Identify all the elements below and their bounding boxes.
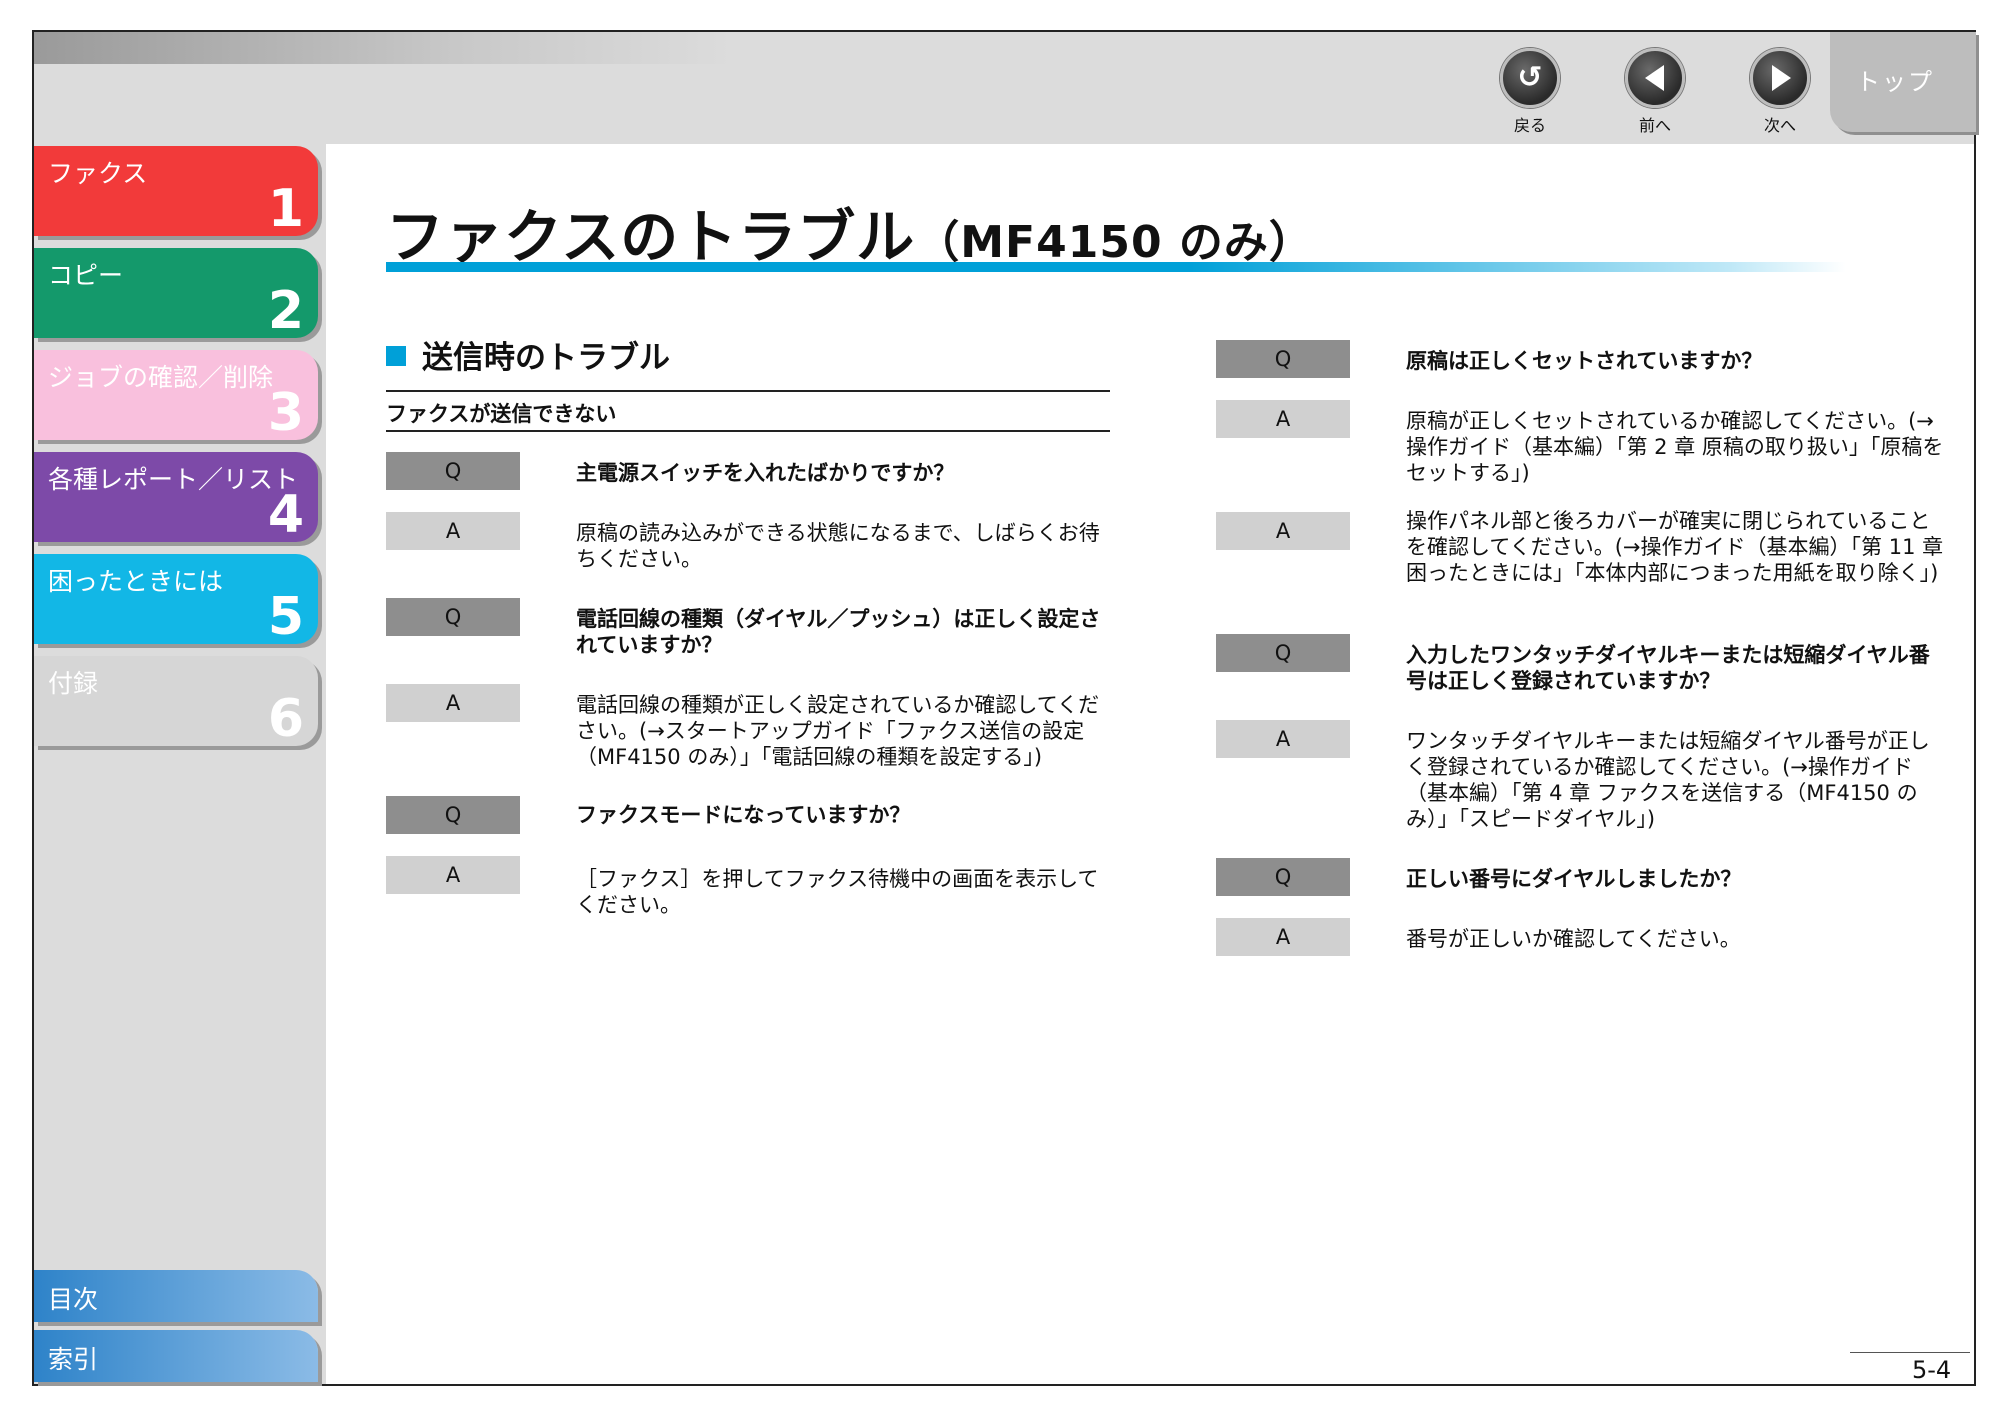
chapter-number: 5 [267,587,304,647]
chapter-number: 4 [267,485,304,545]
chapter-number: 6 [267,689,304,749]
chapter-tab-5[interactable]: 困ったときには 5 [34,554,318,644]
question-text: 入力したワンタッチダイヤルキーまたは短縮ダイヤル番号は正しく登録されていますか？ [1406,643,1930,693]
index-label: 索引 [48,1345,99,1374]
question-badge: Q [1216,858,1350,896]
question-text: 主電源スイッチを入れたばかりですか？ [576,461,955,485]
chapter-number: 1 [267,179,304,239]
question-text: 正しい番号にダイヤルしましたか？ [1406,867,1742,891]
answer-text: 電話回線の種類が正しく設定されているか確認してください。(→スタートアップガイド… [576,693,1100,769]
chapter-title: コピー [48,261,124,290]
question-badge: Q [386,796,520,834]
question-badge: Q [386,452,520,490]
answer-text: 原稿の読み込みができる状態になるまで、しばらくお待ちください。 [576,521,1100,571]
divider [386,390,1110,392]
answer-badge: A [386,512,520,550]
title-underline [386,262,1846,272]
arrow-right-icon [1750,48,1810,108]
toc-button[interactable]: 目次 [34,1270,318,1322]
question-badge: Q [1216,634,1350,672]
question-badge: Q [1216,340,1350,378]
question-text: ファクスモードになっていますか？ [576,803,911,827]
answer-text: 操作パネル部と後ろカバーが確実に閉じられていることを確認してください。(→操作ガ… [1406,509,1944,585]
prev-button[interactable]: 前へ [1615,48,1695,136]
back-button[interactable]: ↺ 戻る [1490,48,1570,136]
chapter-tab-3[interactable]: ジョブの確認／削除 3 [34,350,318,440]
chapter-title: 付録 [48,669,99,698]
back-icon: ↺ [1500,48,1560,108]
chapter-title: 各種レポート／リスト [48,465,299,494]
answer-text: 原稿が正しくセットされているか確認してください。(→操作ガイド（基本編）「第 2… [1406,409,1944,485]
question-badge: Q [386,598,520,636]
divider [386,430,1110,432]
chapter-title: ファクス [48,159,148,188]
question-text: 原稿は正しくセットされていますか？ [1406,349,1763,373]
section-title: 送信時のトラブル [422,340,670,376]
toolbar-gradient [34,32,734,64]
prev-label: 前へ [1638,116,1671,135]
answer-badge: A [1216,512,1350,550]
top-page-tab[interactable]: トップ [1830,32,1976,132]
back-label: 戻る [1513,116,1546,135]
subsection-heading: ファクスが送信できない [386,402,617,426]
chapter-number: 3 [267,383,304,443]
title-main: ファクスのトラブル [386,203,916,271]
toc-label: 目次 [48,1285,99,1314]
arrow-left-icon [1625,48,1685,108]
chapter-number: 2 [267,281,304,341]
answer-badge: A [386,684,520,722]
answer-badge: A [1216,720,1350,758]
title-sub: （MF4150 のみ） [915,217,1314,268]
chapter-tab-1[interactable]: ファクス 1 [34,146,318,236]
square-bullet-icon [386,346,406,366]
section-heading: 送信時のトラブル [386,332,670,377]
question-text: 電話回線の種類（ダイヤル／プッシュ）は正しく設定されていますか？ [576,607,1101,657]
answer-badge: A [1216,400,1350,438]
next-label: 次へ [1763,116,1796,135]
answer-text: ワンタッチダイヤルキーまたは短縮ダイヤル番号が正しく登録されているか確認してくだ… [1406,729,1930,831]
chapter-tab-2[interactable]: コピー 2 [34,248,318,338]
answer-badge: A [386,856,520,894]
chapter-title: ジョブの確認／削除 [48,363,274,392]
index-button[interactable]: 索引 [34,1330,318,1382]
answer-text: ［ファクス］を押してファクス待機中の画面を表示してください。 [576,867,1099,917]
chapter-tab-6[interactable]: 付録 6 [34,656,318,746]
answer-badge: A [1216,918,1350,956]
chapter-title: 困ったときには [48,567,224,596]
next-button[interactable]: 次へ [1740,48,1820,136]
top-tab-label: トップ [1856,68,1934,96]
page-number: 5-4 [1912,1356,1952,1384]
answer-text: 番号が正しいか確認してください。 [1406,927,1741,951]
divider [1850,1352,1970,1353]
chapter-tab-4[interactable]: 各種レポート／リスト 4 [34,452,318,542]
